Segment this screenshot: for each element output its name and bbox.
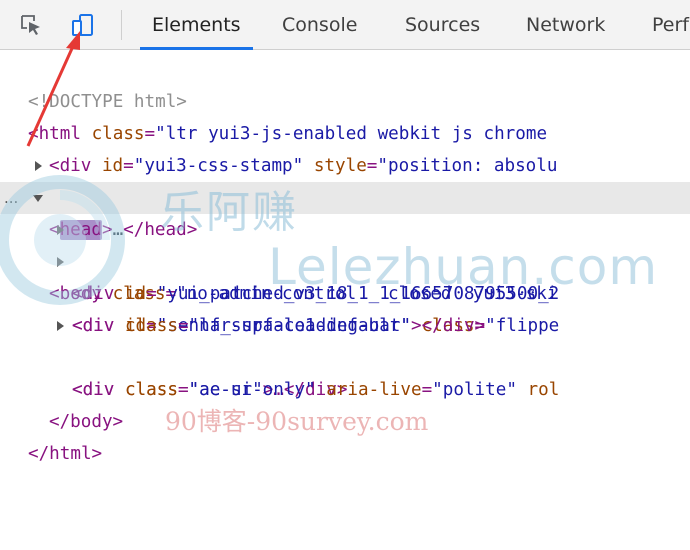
device-toggle-icon[interactable] <box>70 12 96 38</box>
dom-line-html[interactable]: <html class="ltr yui3-js-enabled webkit … <box>0 86 690 144</box>
tag-html-close: </html> <box>28 444 103 464</box>
tab-performance[interactable]: Perf <box>652 0 689 50</box>
inspect-cursor-icon[interactable] <box>18 12 44 38</box>
dom-line-html-close[interactable]: </html> <box>0 406 690 464</box>
dom-line-doctype[interactable]: <!DOCTYPE html> <box>0 54 690 112</box>
dom-line-ae-sr-only[interactable]: <div class="ae-sr-only" aria-live="polit… <box>0 342 690 400</box>
collapse-arrow-icon[interactable] <box>33 195 43 202</box>
tab-elements[interactable]: Elements <box>140 0 253 50</box>
tab-sources[interactable]: Sources <box>405 0 480 50</box>
expand-arrow-icon[interactable] <box>57 321 64 331</box>
dom-line-body[interactable]: ... <body class="no-admin-control closed… <box>0 182 690 304</box>
expand-arrow-icon[interactable] <box>57 257 64 267</box>
more-options-icon[interactable]: ... <box>4 182 18 214</box>
dom-line-yui-patched[interactable]: <div id="yui_patched_v3_18_1_1_166570879… <box>0 214 690 304</box>
tab-console[interactable]: Console <box>282 0 357 50</box>
dom-line-css-stamp[interactable]: <div id="yui3-css-stamp" style="position… <box>0 118 690 176</box>
elements-dom-tree: <!DOCTYPE html> <html class="ltr yui3-js… <box>0 50 690 464</box>
toolbar-separator <box>121 10 122 40</box>
dom-line-head[interactable]: <head>…</head> <box>0 150 690 240</box>
devtools-toolbar: Elements Console Sources Network Perf <box>0 0 690 50</box>
expand-arrow-icon[interactable] <box>35 161 42 171</box>
dom-line-ae-ui[interactable]: <div class="ae-ui">…</div> <box>0 310 690 400</box>
tab-network[interactable]: Network <box>526 0 605 50</box>
dom-line-senna[interactable]: <div id="senna_surface1-default" class="… <box>0 246 690 336</box>
expand-arrow-icon[interactable] <box>57 225 64 235</box>
dom-line-loading-bar[interactable]: <div class="lfr-spa-loading-bar"></div> <box>0 278 690 336</box>
dom-line-body-close[interactable]: </body> <box>0 374 690 432</box>
